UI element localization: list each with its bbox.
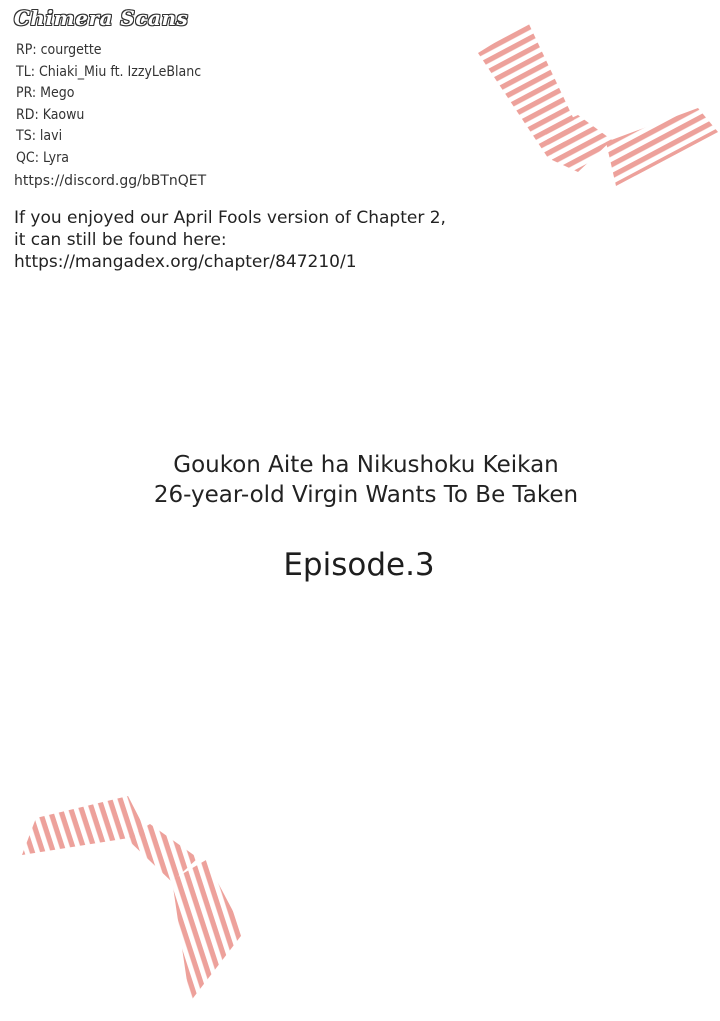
credit-raw-provider: RP: courgette	[16, 42, 102, 58]
credit-redrawer: RD: Kaowu	[16, 106, 85, 123]
note-line: it can still be found here:	[14, 230, 227, 250]
discord-link[interactable]: https://discord.gg/bBTnQET	[14, 173, 206, 189]
episode-label: Episode.3	[283, 547, 435, 583]
staff-credits: RP: courgette TL: Chiaki_Miu ft. IzzyLeB…	[16, 40, 201, 169]
ribbon-segment-bottom-3	[172, 860, 244, 1002]
series-title-english: 26-year-old Virgin Wants To Be Taken	[153, 482, 579, 508]
chapter-credits-page: Chimera Scans RP: courgette TL: Chiaki_M…	[0, 0, 720, 1021]
credit-quality-checker: QC: Lyra	[16, 149, 70, 166]
april-fools-note: If you enjoyed our April Fools version o…	[14, 207, 446, 273]
mangadex-link[interactable]: https://mangadex.org/chapter/847210/1	[14, 251, 446, 273]
credit-typesetter: TS: lavi	[16, 128, 63, 144]
series-title: Goukon Aite ha Nikushoku Keikan 26-year-…	[0, 450, 720, 510]
ribbon-segment-top-3	[606, 108, 718, 186]
series-title-romaji: Goukon Aite ha Nikushoku Keikan	[173, 452, 559, 478]
ribbon-segment-bottom-1	[22, 796, 148, 855]
episode-number: Episode.3	[0, 547, 720, 583]
scan-group-logo: Chimera Scans	[14, 6, 189, 30]
credit-proofreader: PR: Mego	[16, 85, 75, 101]
credit-translator: TL: Chiaki_Miu ft. IzzyLeBlanc	[16, 63, 202, 80]
note-line: If you enjoyed our April Fools version o…	[14, 208, 446, 228]
